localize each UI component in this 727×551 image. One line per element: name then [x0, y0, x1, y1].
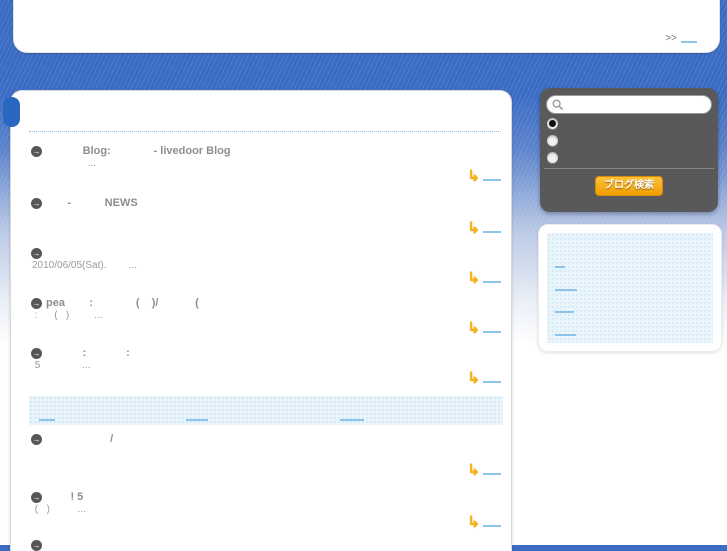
result-title-link[interactable] — [46, 247, 505, 259]
more-row: ↳ — [467, 369, 501, 387]
results-card: → Blog: - livedoor Blog ... ↳ → - NEWS ↳… — [10, 90, 512, 551]
result-title-link[interactable]: - NEWS — [46, 197, 505, 209]
more-row: ↳ — [467, 219, 501, 237]
panel-divider — [544, 168, 714, 169]
result-snippet: 2010/06/05(Sat). ... — [32, 260, 138, 271]
result-title-link[interactable] — [46, 539, 505, 551]
more-link[interactable] — [483, 171, 501, 181]
list-item: → Blog: - livedoor Blog ... ↳ — [31, 145, 505, 185]
sidebar-links-area — [547, 233, 713, 343]
jump-arrow-icon: ↳ — [467, 462, 480, 479]
more-row: ↳ — [467, 513, 501, 531]
jump-arrow-icon: ↳ — [467, 320, 480, 337]
list-item: → — [31, 539, 505, 551]
arrow-circle-icon: → — [31, 146, 42, 157]
banner-link[interactable] — [186, 411, 208, 421]
more-link[interactable] — [483, 373, 501, 383]
radio-option-1[interactable] — [547, 118, 558, 129]
more-row: ↳ — [467, 269, 501, 287]
list-item: → / ↳ — [31, 433, 505, 479]
more-link[interactable] — [483, 223, 501, 233]
radio-option-2[interactable] — [547, 135, 558, 146]
sidebar-link[interactable] — [555, 281, 577, 291]
sidebar-link[interactable] — [555, 258, 565, 268]
sidebar-links-box — [538, 224, 722, 352]
header-more-link[interactable] — [681, 33, 697, 44]
more-link[interactable] — [483, 465, 501, 475]
blog-search-panel: ブログ検索 — [540, 88, 718, 212]
more-prefix: >> — [665, 33, 677, 44]
arrow-circle-icon: → — [31, 540, 42, 551]
header-more-row: >> — [665, 33, 697, 44]
result-title-link[interactable]: ! 5 — [46, 491, 505, 503]
arrow-circle-icon: → — [31, 298, 42, 309]
more-link[interactable] — [483, 323, 501, 333]
list-item: → : : 5 ... ↳ — [31, 347, 505, 387]
banner-link[interactable] — [39, 411, 55, 421]
result-title-link[interactable]: pea : ( )/ ( — [46, 297, 505, 309]
list-item: → - NEWS ↳ — [31, 197, 505, 237]
blog-search-button[interactable]: ブログ検索 — [595, 176, 663, 196]
result-snippet: : ( ) ... — [32, 310, 103, 321]
result-snippet: ... — [32, 158, 96, 169]
arrow-circle-icon: → — [31, 348, 42, 359]
result-title-link[interactable]: / — [46, 433, 505, 445]
list-item: → pea : ( )/ ( : ( ) ... ↳ — [31, 297, 505, 337]
more-link[interactable] — [483, 273, 501, 283]
jump-arrow-icon: ↳ — [467, 168, 480, 185]
sidebar-link[interactable] — [555, 326, 576, 336]
more-row: ↳ — [467, 167, 501, 185]
dotted-separator — [29, 131, 501, 132]
jump-arrow-icon: ↳ — [467, 220, 480, 237]
jump-arrow-icon: ↳ — [467, 514, 480, 531]
jump-arrow-icon: ↳ — [467, 370, 480, 387]
arrow-circle-icon: → — [31, 492, 42, 503]
search-input[interactable] — [546, 95, 712, 114]
more-link[interactable] — [483, 517, 501, 527]
header-card: >> — [13, 0, 720, 53]
arrow-circle-icon: → — [31, 434, 42, 445]
arrow-circle-icon: → — [31, 248, 42, 259]
list-item: → 2010/06/05(Sat). ... ↳ — [31, 247, 505, 287]
list-item: → ! 5 ( ) ... ↳ — [31, 491, 505, 531]
promo-banner — [29, 396, 503, 425]
more-row: ↳ — [467, 461, 501, 479]
result-snippet: 5 ... — [32, 360, 91, 371]
banner-link[interactable] — [340, 411, 364, 421]
side-tab — [3, 97, 20, 127]
result-snippet: ( ) ... — [32, 504, 86, 515]
result-title-link[interactable]: : : — [46, 347, 505, 359]
sidebar-link[interactable] — [555, 303, 574, 313]
result-title-link[interactable]: Blog: - livedoor Blog — [46, 145, 505, 157]
arrow-circle-icon: → — [31, 198, 42, 209]
jump-arrow-icon: ↳ — [467, 270, 480, 287]
radio-option-3[interactable] — [547, 152, 558, 163]
more-row: ↳ — [467, 319, 501, 337]
